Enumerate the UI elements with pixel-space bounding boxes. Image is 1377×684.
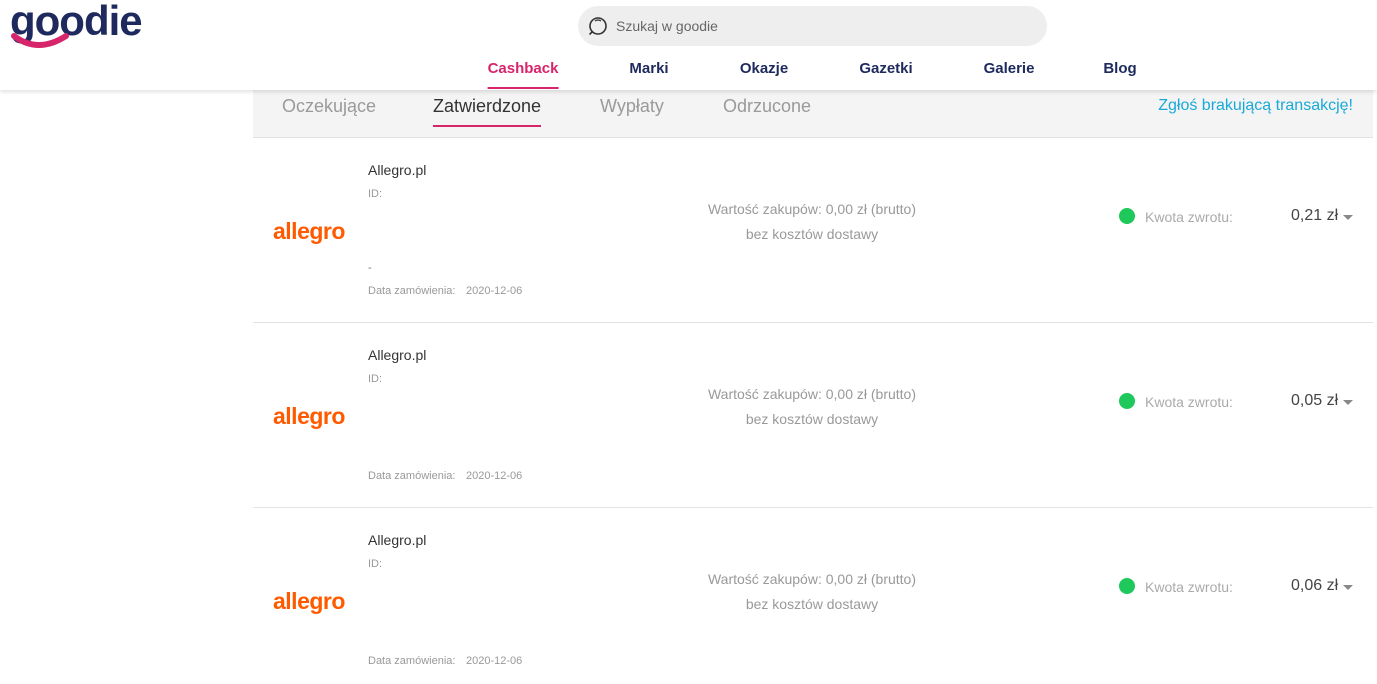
order-date-value: 2020-12-06	[466, 655, 523, 667]
transaction-note: -	[368, 262, 372, 274]
chevron-down-icon[interactable]	[1343, 585, 1353, 590]
status-dot	[1119, 393, 1135, 409]
main-nav: Cashback Marki Okazje Gazetki Galerie Bl…	[0, 60, 1377, 90]
logo-text: goodie	[10, 2, 142, 44]
tab-label: Oczekujące	[282, 96, 377, 116]
chevron-down-icon[interactable]	[1343, 215, 1353, 220]
cashback-amount-label: Kwota zwrotu:	[1145, 209, 1233, 225]
tab-odrzucone[interactable]: Odrzucone	[723, 96, 811, 117]
purchase-value: Wartość zakupów: 0,00 zł (brutto) bez ko…	[633, 567, 991, 617]
shop-name: Allegro.pl	[368, 532, 427, 548]
cashback-amount[interactable]: 0,05 zł	[1291, 392, 1338, 410]
cashback-amount[interactable]: 0,21 zł	[1291, 207, 1338, 225]
chevron-down-icon[interactable]	[1343, 400, 1353, 405]
nav-item-label: Galerie	[983, 60, 1035, 77]
nav-item-blog[interactable]: Blog	[1103, 60, 1136, 77]
purchase-value-line: Wartość zakupów: 0,00 zł (brutto)	[707, 571, 916, 587]
status-dot	[1119, 208, 1135, 224]
allegro-logo: allegro	[273, 588, 345, 614]
purchase-value: Wartość zakupów: 0,00 zł (brutto) bez ko…	[633, 197, 991, 247]
nav-item-marki[interactable]: Marki	[629, 60, 668, 77]
shipping-note: bez kosztów dostawy	[745, 596, 879, 612]
allegro-logo: allegro	[273, 403, 345, 429]
cashback-amount-label: Kwota zwrotu:	[1145, 579, 1233, 595]
transaction-row: allegro Allegro.pl ID: Data zamówienia: …	[253, 508, 1373, 684]
allegro-logo: allegro	[273, 218, 345, 244]
nav-item-label: Okazje	[739, 60, 789, 77]
report-missing-transaction-link[interactable]: Zgłoś brakującą transakcję!	[1158, 97, 1353, 115]
tab-oczekujace[interactable]: Oczekujące	[282, 96, 376, 117]
shipping-note: bez kosztów dostawy	[745, 411, 879, 427]
transaction-id-label: ID:	[368, 188, 383, 200]
nav-item-okazje[interactable]: Okazje	[740, 60, 788, 77]
tab-label: Zatwierdzone	[433, 96, 542, 116]
shop-name: Allegro.pl	[368, 162, 427, 178]
shipping-note: bez kosztów dostawy	[745, 226, 879, 242]
goodie-logo[interactable]: goodie	[10, 2, 182, 54]
order-date-label: Data zamówienia:	[368, 655, 456, 667]
purchase-value-line: Wartość zakupów: 0,00 zł (brutto)	[707, 201, 916, 217]
transaction-id-label: ID:	[368, 373, 383, 385]
tab-zatwierdzone[interactable]: Zatwierdzone	[433, 96, 542, 127]
transaction-row: allegro Allegro.pl ID: - Data zamówienia…	[253, 138, 1373, 323]
order-date-value: 2020-12-06	[466, 470, 523, 482]
transaction-tabs: Oczekujące Zatwierdzone Wypłaty Odrzucon…	[253, 90, 1373, 138]
order-date-value: 2020-12-06	[466, 285, 523, 297]
cashback-amount[interactable]: 0,06 zł	[1291, 577, 1338, 595]
status-dot	[1119, 578, 1135, 594]
nav-item-cashback[interactable]: Cashback	[487, 60, 559, 89]
transaction-row: allegro Allegro.pl ID: Data zamówienia: …	[253, 323, 1373, 508]
nav-item-gazetki[interactable]: Gazetki	[859, 60, 912, 77]
search-input[interactable]	[616, 6, 1036, 46]
tab-label: Wypłaty	[600, 96, 664, 116]
tab-wyplaty[interactable]: Wypłaty	[600, 96, 664, 117]
transaction-id-label: ID:	[368, 558, 383, 570]
cashback-amount-label: Kwota zwrotu:	[1145, 394, 1233, 410]
tab-active-underline	[433, 125, 542, 127]
order-date-label: Data zamówienia:	[368, 285, 456, 297]
nav-item-label: Marki	[629, 60, 669, 77]
purchase-value: Wartość zakupów: 0,00 zł (brutto) bez ko…	[633, 382, 991, 432]
nav-item-label: Gazetki	[859, 60, 913, 77]
nav-active-underline	[487, 87, 559, 89]
page: goodie Cashback Marki Okazje	[0, 0, 1377, 684]
nav-item-label: Blog	[1103, 60, 1137, 77]
search-bar[interactable]	[578, 6, 1047, 46]
nav-item-galerie[interactable]: Galerie	[984, 60, 1035, 77]
search-icon	[589, 17, 607, 35]
purchase-value-line: Wartość zakupów: 0,00 zł (brutto)	[707, 386, 916, 402]
site-header: goodie Cashback Marki Okazje	[0, 0, 1377, 90]
order-date-label: Data zamówienia:	[368, 470, 456, 482]
nav-item-label: Cashback	[487, 60, 559, 77]
shop-name: Allegro.pl	[368, 347, 427, 363]
tab-label: Odrzucone	[723, 96, 812, 116]
